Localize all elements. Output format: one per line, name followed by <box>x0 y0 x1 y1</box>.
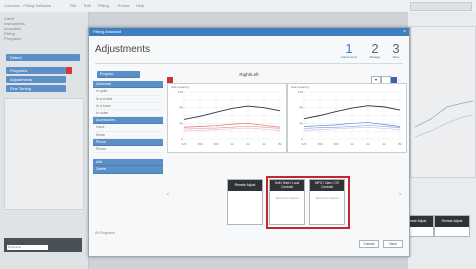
cancel-button[interactable]: Cancel <box>359 240 379 248</box>
step-save[interactable]: 3 Save <box>387 42 405 59</box>
highlight-box <box>266 176 350 229</box>
menu-fitting[interactable]: Fitting <box>98 3 109 8</box>
step-number: 2 <box>371 41 379 56</box>
chart-label: Gain Hearing <box>171 85 189 89</box>
sidebar-panel <box>4 98 84 210</box>
right-chart-box: Gain Hearing 125 250 500 1k 2k 4k 8k 0 40 80 120 <box>167 83 287 153</box>
dialog-title-bar: Fitting Assistant <box>89 28 409 36</box>
page-title: Adjustments <box>95 44 151 55</box>
x-tick-label: 125 <box>301 142 306 146</box>
left-gain-chart: 125 250 500 1k 2k 4k 8k 0 40 80 120 <box>298 90 402 146</box>
right-curves <box>414 100 474 138</box>
chart-label: Gain Hearing <box>291 85 309 89</box>
y-tick-label: 80 <box>180 106 184 110</box>
programs-button[interactable]: Programs <box>6 67 66 74</box>
nav-item[interactable]: Music <box>93 132 163 139</box>
step-adjustments[interactable]: 1 Adjustments <box>337 42 361 59</box>
tile-caption: Remote Adjust <box>228 180 262 191</box>
x-tick-label: 1k <box>350 142 354 146</box>
x-tick-label: 1k <box>230 142 234 146</box>
scroll-left-arrow[interactable]: ‹ <box>167 192 169 198</box>
nav-item[interactable]: In a crowd <box>93 96 163 103</box>
x-tick-label: 8k <box>398 142 402 146</box>
step-label: Adjustments <box>340 55 358 59</box>
program-select[interactable]: Programs <box>7 245 48 250</box>
right-chart-panel <box>410 26 476 178</box>
app-sidebar: Client Instruments Acoustics Fitting Pro… <box>0 12 89 269</box>
fine-tuning-button[interactable]: Fine Tuning <box>6 85 66 92</box>
y-tick-label: 80 <box>300 106 304 110</box>
tile-body <box>228 191 262 196</box>
x-tick-label: 250 <box>197 142 202 146</box>
x-tick-label: 4k <box>262 142 266 146</box>
chart-heading: Right/Left <box>239 72 259 77</box>
step-number: 1 <box>345 41 353 56</box>
menu-extras[interactable]: Extras <box>118 3 129 8</box>
adjustments-dialog: Fitting Assistant × Adjustments 1 Adjust… <box>88 27 410 257</box>
window-controls[interactable] <box>410 2 472 11</box>
right-panel: Remote Adjust Remote Adjust <box>398 12 476 269</box>
nav-footer: All Programs <box>95 231 116 235</box>
x-tick-label: 4k <box>382 142 386 146</box>
client-list: Client Instruments Acoustics Fitting Pro… <box>4 16 25 41</box>
nav-group-header[interactable]: Accessories <box>93 117 163 125</box>
divider <box>95 63 403 64</box>
y-tick-label: 40 <box>180 121 184 125</box>
x-tick-label: 500 <box>333 142 338 146</box>
y-tick-label: 120 <box>178 90 183 94</box>
y-tick-label: 0 <box>181 137 183 141</box>
bottom-panel: Programs <box>4 238 82 252</box>
program-nav: Program Universal In quiet In a crowd In… <box>93 70 163 220</box>
nav-group-header[interactable]: Universal <box>93 81 163 89</box>
left-chart-box: Gain Hearing 125 250 500 1k 2k 4k 8k 0 40 80 120 <box>287 83 407 153</box>
close-icon[interactable]: × <box>403 29 406 35</box>
x-tick-label: 500 <box>213 142 218 146</box>
app-title: Connexx - Fitting Software <box>4 3 52 8</box>
nav-item[interactable]: In noise <box>93 110 163 118</box>
add-button[interactable]: Add <box>93 159 163 167</box>
x-tick-label: 250 <box>317 142 322 146</box>
nav-item[interactable]: In quiet <box>93 88 163 96</box>
x-tick-label: 125 <box>181 142 186 146</box>
scroll-right-arrow[interactable]: › <box>399 192 401 198</box>
y-tick-label: 120 <box>298 90 303 94</box>
x-tick-label: 2k <box>246 142 250 146</box>
step-manage[interactable]: 2 Manage <box>364 42 386 59</box>
nav-group-header[interactable]: Phone <box>93 138 163 147</box>
delete-button[interactable]: Delete <box>93 166 163 174</box>
nav-item[interactable]: Hand <box>93 124 163 132</box>
right-tile-remote-adjust-2[interactable]: Remote Adjust <box>434 215 470 237</box>
y-tick-label: 0 <box>301 137 303 141</box>
right-gain-chart: 125 250 500 1k 2k 4k 8k 0 40 80 120 <box>178 90 282 146</box>
list-item[interactable]: Programs <box>4 36 25 41</box>
menu-edit[interactable]: Edit <box>84 3 91 8</box>
step-label: Manage <box>369 55 381 59</box>
remote-adjust-tile[interactable]: Remote Adjust <box>227 179 263 225</box>
tile-caption: Remote Adjust <box>435 216 469 227</box>
detect-button[interactable]: Detect <box>6 54 80 61</box>
nav-item[interactable]: Phone <box>93 146 163 154</box>
step-number: 3 <box>392 41 400 56</box>
alert-marker <box>66 67 72 74</box>
next-button[interactable]: Next <box>383 240 403 248</box>
nav-item[interactable]: In a band <box>93 103 163 111</box>
x-tick-label: 2k <box>366 142 370 146</box>
adjustments-button[interactable]: Adjustments <box>6 76 66 83</box>
menu-help[interactable]: Help <box>136 3 144 8</box>
menu-file[interactable]: File <box>70 3 76 8</box>
y-tick-label: 40 <box>300 121 304 125</box>
step-label: Save <box>392 55 400 59</box>
x-tick-label: 8k <box>278 142 282 146</box>
